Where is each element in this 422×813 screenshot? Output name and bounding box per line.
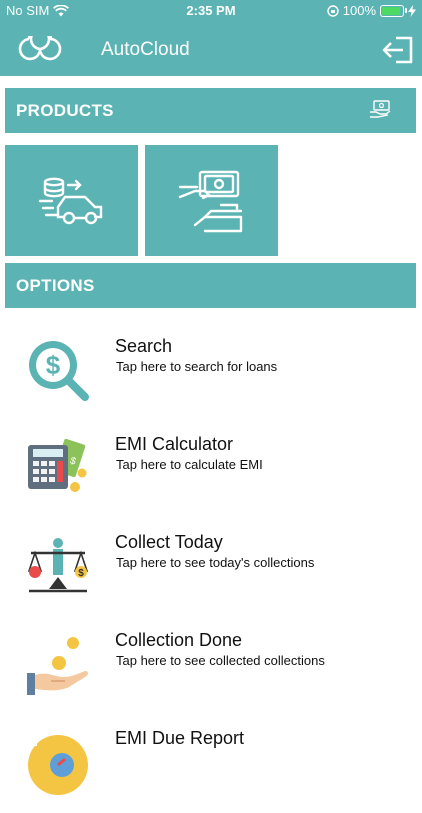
coins-hand-icon [27, 637, 88, 695]
products-label: PRODUCTS [16, 101, 114, 120]
options-label: OPTIONS [16, 276, 95, 295]
svg-text:$: $ [78, 568, 84, 579]
option-collect-today[interactable]: $ Collect Today Tap here to see today's … [0, 519, 422, 617]
scale-icon: $ [27, 538, 89, 593]
option-subtitle: Tap here to search for loans [116, 359, 278, 374]
calculator-icon: $ [28, 438, 87, 492]
car-loan-icon [38, 177, 103, 225]
option-subtitle: Tap here to see collected collections [116, 653, 325, 668]
option-subtitle: Tap here to calculate EMI [116, 457, 263, 472]
option-collection-done[interactable]: Collection Done Tap here to see collecte… [0, 617, 422, 715]
product-tile-auto-loan[interactable] [5, 145, 138, 256]
option-emi-calculator[interactable]: $ EMI Calculator Tap here to calculate E… [0, 421, 422, 519]
charging-bolt-icon [408, 4, 416, 17]
option-subtitle: Tap here to see today's collections [116, 555, 315, 570]
logout-icon[interactable] [382, 35, 414, 65]
option-title: Collection Done [115, 630, 243, 650]
products-header: PRODUCTS [5, 88, 416, 133]
status-bar: No SIM 2:35 PM 100% [0, 0, 422, 22]
app-logo-icon [18, 36, 62, 61]
battery-percent: 100% [342, 3, 376, 18]
app-title: AutoCloud [101, 39, 190, 60]
option-search[interactable]: $ Search Tap here to search for loans [0, 323, 422, 421]
options-header: OPTIONS [5, 263, 416, 308]
option-title: EMI Calculator [115, 434, 234, 454]
option-title: Collect Today [115, 532, 223, 552]
option-title: Search [115, 336, 173, 356]
option-emi-due-report[interactable]: EMI Due Report [0, 715, 422, 813]
product-tile-cash-loan[interactable] [145, 145, 278, 256]
money-hand-icon [370, 100, 391, 118]
option-title: EMI Due Report [115, 728, 245, 748]
due-report-icon [28, 735, 88, 795]
cash-hand-icon [178, 170, 243, 233]
app-header: AutoCloud [0, 22, 422, 76]
status-right: 100% [327, 3, 416, 18]
orientation-lock-icon [327, 4, 339, 17]
svg-text:$: $ [46, 350, 61, 380]
search-dollar-icon: $ [29, 341, 89, 401]
battery-icon [380, 4, 407, 17]
